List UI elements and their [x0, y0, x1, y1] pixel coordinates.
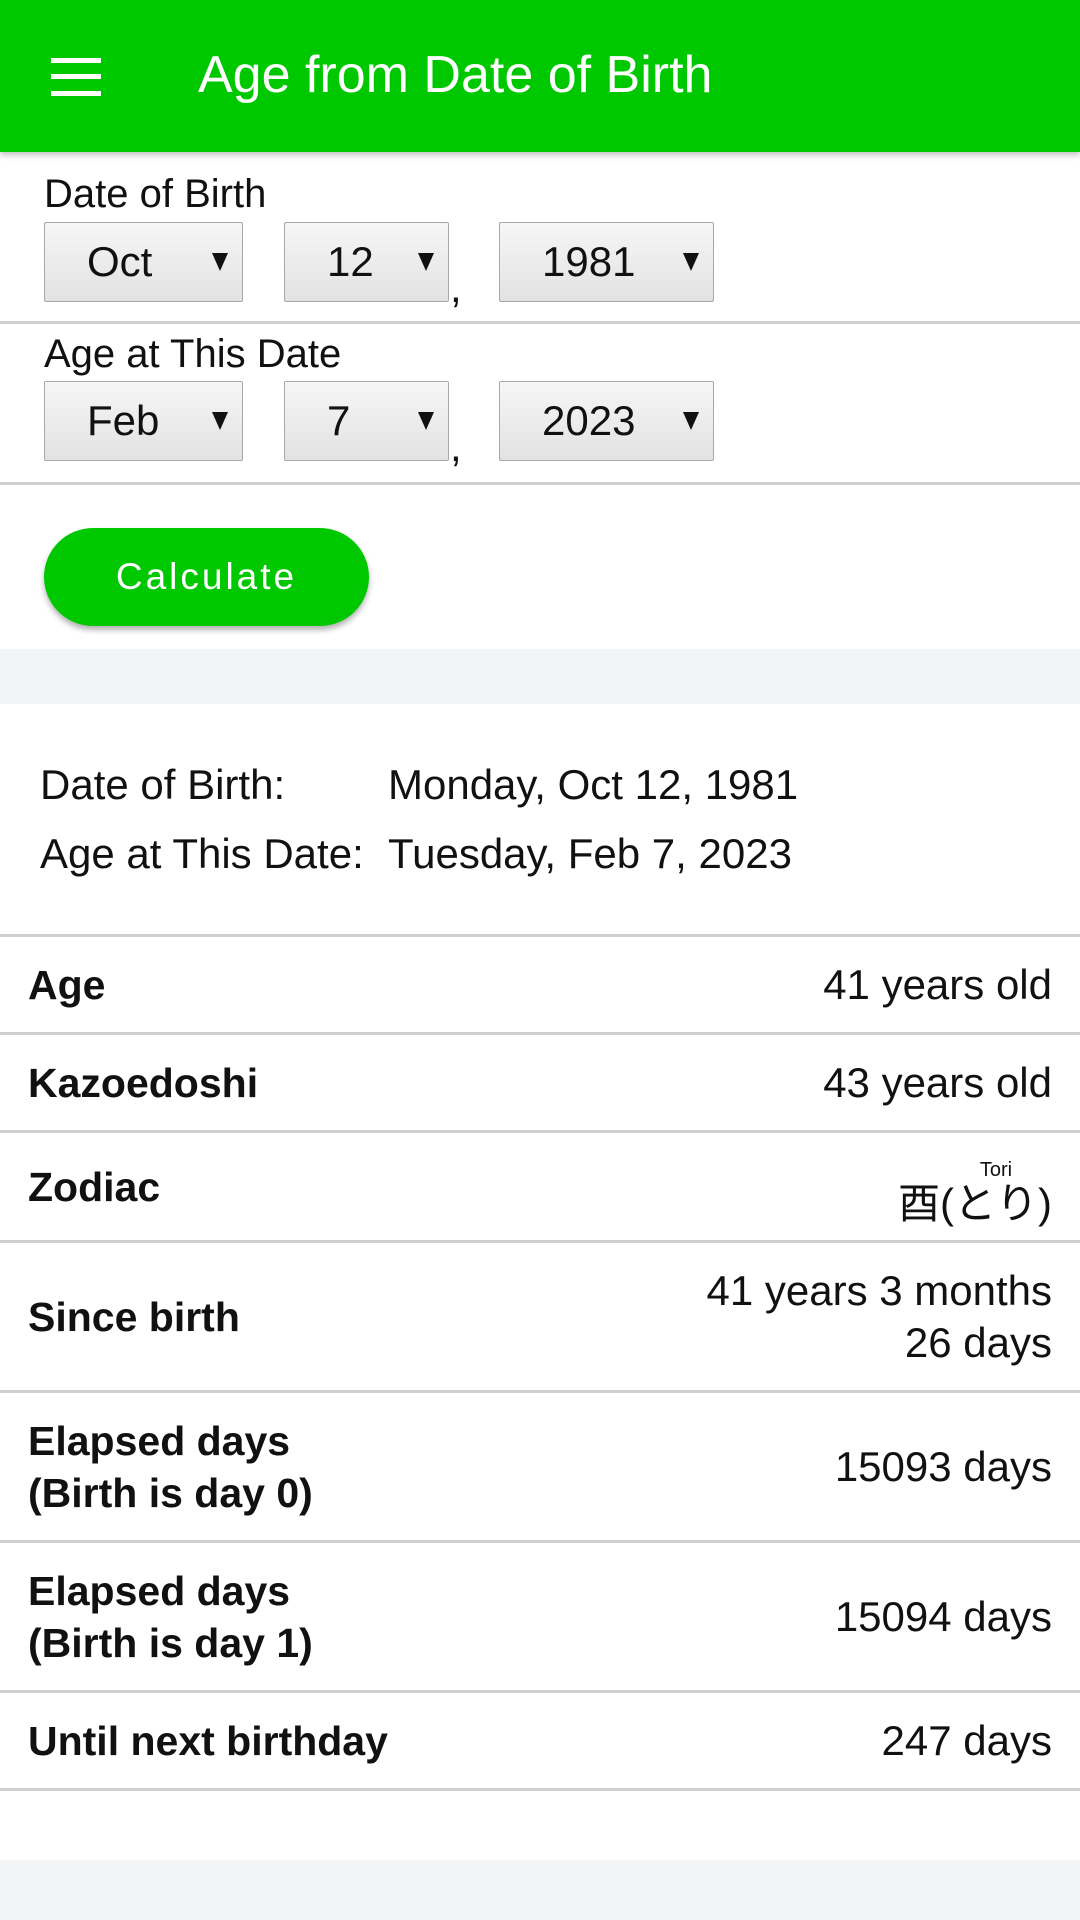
dropdown-arrow-icon [418, 412, 434, 430]
elapsed0-label-line1: Elapsed days [28, 1417, 291, 1464]
target-day-select[interactable]: 7 [284, 381, 449, 461]
result-value: 15094 days [834, 1592, 1052, 1640]
elapsed1-label-line1: Elapsed days [28, 1567, 291, 1614]
result-label: Zodiac [28, 1163, 161, 1210]
result-value: 41 years old [823, 960, 1052, 1008]
birth-year-select[interactable]: 1981 [499, 222, 714, 302]
result-row-next-birthday: Until next birthday 247 days [0, 1693, 1080, 1791]
page-title: Age from Date of Birth [198, 46, 713, 104]
elapsed1-label-line2: (Birth is day 1) [28, 1619, 313, 1666]
results-table: Age 41 years old Kazoedoshi 43 years old… [0, 934, 1080, 1791]
result-label: Kazoedoshi [28, 1059, 259, 1106]
result-value: 247 days [881, 1716, 1052, 1764]
birth-month-select[interactable]: Oct [44, 222, 243, 302]
zodiac-kana-text: とり [953, 1180, 1038, 1228]
result-label: Age [28, 961, 106, 1008]
birth-year-value: 1981 [542, 238, 636, 285]
divider [0, 321, 1080, 324]
result-row-elapsed-day0: Elapsed days (Birth is day 0) 15093 days [0, 1393, 1080, 1543]
age-at-date-label: Age at This Date [44, 332, 342, 376]
hamburger-menu-icon[interactable] [38, 46, 114, 106]
date-input-form: Date of Birth Oct 12 , 1981 Age at This … [0, 152, 1080, 649]
dropdown-arrow-icon [418, 253, 434, 271]
calculate-button[interactable]: Calculate [44, 528, 369, 626]
dropdown-arrow-icon [212, 253, 228, 271]
summary-birth-value: Monday, Oct 12, 1981 [388, 761, 799, 808]
target-day-value: 7 [327, 397, 351, 444]
result-value: 15093 days [834, 1442, 1052, 1490]
birth-month-value: Oct [87, 238, 153, 285]
result-row-zodiac: Zodiac 酉(とりTori) [0, 1133, 1080, 1243]
result-value: 43 years old [823, 1058, 1052, 1106]
since-birth-line2: 26 days [904, 1318, 1052, 1366]
results-panel: Date of Birth: Monday, Oct 12, 1981 Age … [0, 704, 1080, 1860]
dropdown-arrow-icon [212, 412, 228, 430]
zodiac-kana: とりTori [953, 1159, 1038, 1228]
paren-open: ( [939, 1180, 954, 1228]
menu-bar-line [51, 91, 101, 96]
target-month-value: Feb [87, 397, 160, 444]
menu-bar-line [51, 74, 101, 79]
birth-day-value: 12 [327, 238, 374, 285]
result-row-age: Age 41 years old [0, 934, 1080, 1035]
result-label: Elapsed days (Birth is day 1) [28, 1565, 313, 1669]
app-bar: Age from Date of Birth [0, 0, 1080, 152]
result-row-since-birth: Since birth 41 years 3 months 26 days [0, 1243, 1080, 1393]
date-separator: , [450, 264, 462, 311]
result-label: Since birth [28, 1293, 240, 1340]
result-row-kazoedoshi: Kazoedoshi 43 years old [0, 1035, 1080, 1133]
paren-close: ) [1038, 1180, 1052, 1228]
result-label: Until next birthday [28, 1717, 388, 1764]
birth-day-select[interactable]: 12 [284, 222, 449, 302]
date-separator: , [450, 423, 462, 470]
divider [0, 482, 1080, 485]
summary-birth-label: Date of Birth: [40, 761, 286, 808]
target-month-select[interactable]: Feb [44, 381, 243, 461]
result-label: Elapsed days (Birth is day 0) [28, 1415, 313, 1519]
elapsed0-label-line2: (Birth is day 0) [28, 1469, 313, 1516]
summary-target-value: Tuesday, Feb 7, 2023 [388, 830, 792, 877]
zodiac-reading: Tori [953, 1159, 1038, 1182]
target-year-select[interactable]: 2023 [499, 381, 714, 461]
zodiac-kanji: 酉 [897, 1180, 940, 1228]
result-row-elapsed-day1: Elapsed days (Birth is day 1) 15094 days [0, 1543, 1080, 1693]
dropdown-arrow-icon [683, 253, 699, 271]
zodiac-value: 酉(とりTori) [897, 1159, 1052, 1230]
since-birth-line1: 41 years 3 months [706, 1266, 1052, 1314]
dropdown-arrow-icon [683, 412, 699, 430]
target-year-value: 2023 [542, 397, 636, 444]
summary-target-label: Age at This Date: [40, 830, 364, 877]
result-value: 41 years 3 months 26 days [706, 1265, 1052, 1369]
menu-bar-line [51, 58, 101, 63]
date-of-birth-label: Date of Birth [44, 172, 267, 216]
